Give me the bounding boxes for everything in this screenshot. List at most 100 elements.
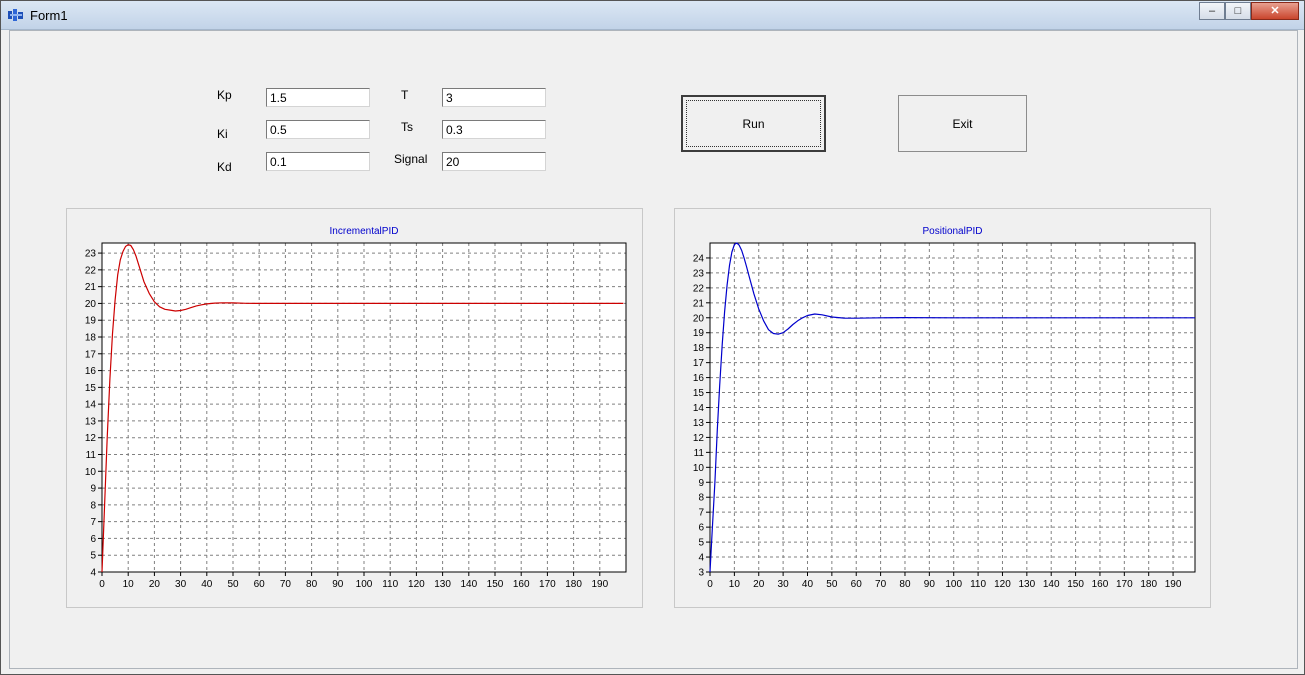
x-tick-label: 0 [99,579,105,590]
y-tick-label: 14 [693,403,705,414]
x-tick-label: 170 [539,579,556,590]
positional-pid-plot: PositionalPID 0 10 20 30 40 50 60 70 80 90 100 110 12… [693,226,1196,590]
y-tick-label: 22 [693,283,705,294]
x-tick-label: 150 [487,579,504,590]
x-tick-label: 120 [994,579,1011,590]
x-tick-label: 100 [945,579,962,590]
x-tick-label: 160 [513,579,530,590]
x-tick-label: 80 [899,579,911,590]
x-tick-label: 180 [565,579,582,590]
x-tick-label: 130 [1018,579,1035,590]
x-tick-label: 50 [826,579,838,590]
title-bar[interactable]: Form1 – □ ✕ [1,1,1304,30]
y-tick-label: 3 [698,568,704,579]
y-tick-label: 10 [693,463,705,474]
x-tick-label: 0 [707,579,713,590]
main-window: Form1 – □ ✕ Kp Ki Kd T Ts Signal Run Exi… [0,0,1305,675]
x-tick-label: 40 [802,579,814,590]
x-tick-label: 60 [851,579,863,590]
y-tick-label: 17 [693,358,705,369]
y-tick-label: 21 [85,282,97,293]
y-tick-label: 15 [85,383,97,394]
x-tick-label: 90 [924,579,936,590]
kp-input[interactable] [266,88,370,107]
y-tick-label: 9 [698,478,704,489]
app-icon [8,9,23,21]
y-tick-label: 7 [90,517,96,528]
x-tick-label: 70 [875,579,887,590]
x-tick-label: 50 [227,579,239,590]
signal-label: Signal [394,152,428,166]
y-tick-label: 16 [85,366,97,377]
x-tick-label: 140 [460,579,477,590]
x-tick-label: 70 [280,579,292,590]
x-tick-label: 10 [729,579,741,590]
x-tick-label: 90 [332,579,344,590]
y-tick-label: 21 [693,298,705,309]
kd-label: Kd [217,160,232,174]
x-tick-label: 20 [753,579,765,590]
y-tick-label: 5 [90,551,96,562]
y-tick-label: 19 [693,328,705,339]
x-tick-label: 20 [149,579,161,590]
chart-title: PositionalPID [922,226,982,237]
y-tick-label: 18 [693,343,705,354]
x-tick-label: 190 [591,579,608,590]
ki-input[interactable] [266,120,370,139]
ts-input[interactable] [442,120,546,139]
maximize-button[interactable]: □ [1225,2,1251,20]
x-tick-label: 150 [1067,579,1084,590]
y-tick-label: 12 [85,433,97,444]
y-tick-label: 11 [694,448,705,459]
y-tick-label: 12 [693,433,705,444]
y-tick-label: 8 [90,500,96,511]
y-tick-label: 22 [85,265,97,276]
y-tick-label: 7 [698,508,704,519]
x-tick-label: 100 [356,579,373,590]
window-title: Form1 [30,8,68,23]
y-tick-label: 20 [85,299,97,310]
y-tick-label: 4 [90,568,96,579]
x-tick-label: 170 [1116,579,1133,590]
x-tick-label: 160 [1092,579,1109,590]
t-input[interactable] [442,88,546,107]
y-tick-label: 8 [698,493,704,504]
y-tick-label: 18 [85,333,97,344]
ki-label: Ki [217,127,228,141]
y-tick-label: 9 [90,484,96,495]
y-tick-label: 5 [698,538,704,549]
x-tick-label: 110 [382,579,398,590]
y-tick-label: 14 [85,400,97,411]
run-button[interactable]: Run [681,95,826,152]
y-tick-label: 10 [85,467,97,478]
x-tick-label: 80 [306,579,318,590]
incremental-pid-chart: IncrementalPID 0 10 20 30 40 50 60 70 80 90 100 110 1… [66,208,643,608]
y-tick-label: 24 [693,253,705,264]
x-tick-label: 40 [201,579,213,590]
x-tick-label: 60 [254,579,266,590]
chart-title: IncrementalPID [330,226,399,237]
signal-input[interactable] [442,152,546,171]
exit-button[interactable]: Exit [898,95,1027,152]
x-tick-label: 140 [1043,579,1060,590]
minimize-button[interactable]: – [1199,2,1225,20]
ts-label: Ts [401,120,413,134]
y-tick-label: 19 [85,316,97,327]
y-tick-label: 15 [693,388,705,399]
y-tick-label: 23 [693,268,705,279]
y-tick-label: 17 [85,349,97,360]
close-button[interactable]: ✕ [1251,2,1299,20]
kp-label: Kp [217,88,232,102]
x-tick-label: 110 [970,579,986,590]
y-tick-label: 11 [86,450,97,461]
y-tick-label: 16 [693,373,705,384]
form-client-area: Kp Ki Kd T Ts Signal Run Exit Incrementa… [9,30,1298,669]
y-tick-label: 6 [698,523,704,534]
x-tick-label: 30 [175,579,187,590]
positional-pid-chart: PositionalPID 0 10 20 30 40 50 60 70 80 90 100 110 12… [674,208,1211,608]
y-tick-label: 4 [698,553,704,564]
y-tick-label: 23 [85,249,97,260]
t-label: T [401,88,409,102]
x-tick-label: 30 [778,579,790,590]
kd-input[interactable] [266,152,370,171]
